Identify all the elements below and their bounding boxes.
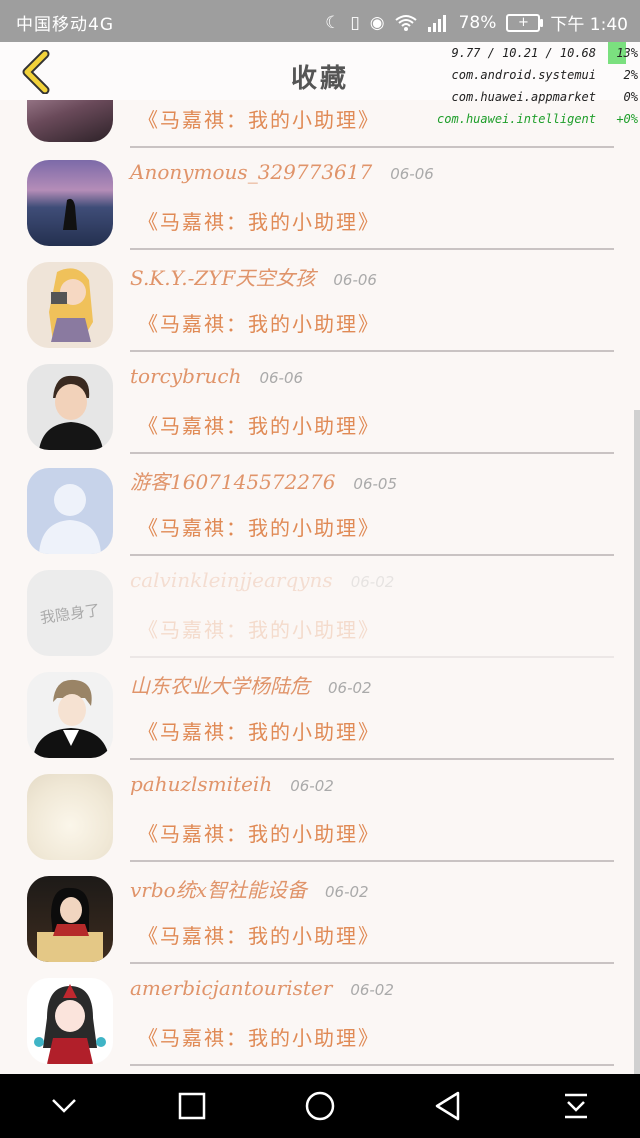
item-header: pahuzlsmiteih 06-02 bbox=[130, 772, 334, 796]
item-date: 06-02 bbox=[328, 679, 372, 697]
item-header: amerbicjantourister 06-02 bbox=[130, 976, 394, 1000]
favorite-title: 《马嘉祺：我的小助理》 bbox=[138, 618, 380, 642]
overlay-load: 9.77 / 10.21 / 10.68 bbox=[451, 46, 597, 60]
notification-pull-button[interactable] bbox=[546, 1076, 606, 1136]
user-name: torcybruch bbox=[130, 364, 242, 388]
back-nav-button[interactable] bbox=[418, 1076, 478, 1136]
signal-icon bbox=[427, 14, 446, 32]
list-item[interactable]: pahuzlsmiteih 06-02 《马嘉祺：我的小助理》 bbox=[0, 760, 640, 862]
list-item[interactable]: 我隐身了 calvinkleinjjearqyns 06-02 《马嘉祺：我的小… bbox=[0, 556, 640, 658]
user-name: S.K.Y.-ZYF天空女孩 bbox=[130, 266, 316, 290]
vibrate-icon: ▯ bbox=[350, 12, 360, 33]
avatar bbox=[27, 774, 113, 860]
battery-percent: 78% bbox=[458, 12, 497, 33]
overlay-proc-name: com.android.systemui bbox=[451, 68, 597, 82]
list-item[interactable]: 山东农业大学杨陆危 06-02 《马嘉祺：我的小助理》 bbox=[0, 658, 640, 760]
status-bar: 中国移动4G ☾ ▯ ◉ 78% + 下午 1:40 bbox=[0, 0, 640, 42]
overlay-cpu: 13% bbox=[608, 42, 638, 64]
avatar: 我隐身了 bbox=[27, 570, 113, 656]
favorites-list[interactable]: 《马嘉祺：我的小助理》 Anonymous_329773617 06-06 《马… bbox=[0, 100, 640, 1074]
user-name: 游客1607145572276 bbox=[130, 470, 336, 494]
favorite-title: 《马嘉祺：我的小助理》 bbox=[138, 516, 380, 540]
wifi-icon bbox=[394, 14, 417, 31]
favorite-title: 《马嘉祺：我的小助理》 bbox=[138, 822, 380, 846]
avatar bbox=[27, 262, 113, 348]
moon-icon: ☾ bbox=[325, 12, 341, 33]
favorite-title: 《马嘉祺：我的小助理》 bbox=[138, 924, 380, 948]
square-icon bbox=[178, 1092, 206, 1120]
triangle-back-icon bbox=[435, 1091, 460, 1121]
user-name: vrbo统x智社能设备 bbox=[130, 878, 307, 902]
avatar bbox=[27, 364, 113, 450]
home-button[interactable] bbox=[290, 1076, 350, 1136]
favorite-title: 《马嘉祺：我的小助理》 bbox=[138, 720, 380, 744]
recents-button[interactable] bbox=[162, 1076, 222, 1136]
carrier-label: 中国移动4G bbox=[16, 15, 114, 35]
list-item[interactable]: Anonymous_329773617 06-06 《马嘉祺：我的小助理》 bbox=[0, 148, 640, 250]
item-date: 06-06 bbox=[390, 165, 434, 183]
item-header: S.K.Y.-ZYF天空女孩 06-06 bbox=[130, 262, 377, 291]
overlay-load-row: 9.77 / 10.21 / 10.68 13% bbox=[430, 42, 640, 64]
avatar bbox=[27, 100, 113, 142]
item-header: Anonymous_329773617 06-06 bbox=[130, 160, 434, 184]
hide-nav-button[interactable] bbox=[34, 1076, 94, 1136]
status-icons: ☾ ▯ ◉ 78% + 下午 1:40 bbox=[325, 10, 628, 36]
item-date: 06-06 bbox=[259, 369, 304, 387]
battery-icon: + bbox=[506, 13, 544, 32]
avatar bbox=[27, 978, 113, 1064]
item-date: 06-02 bbox=[324, 883, 369, 901]
item-date: 06-05 bbox=[353, 475, 398, 493]
divider bbox=[130, 1064, 614, 1066]
chevron-down-icon bbox=[52, 1099, 76, 1113]
item-header: torcybruch 06-06 bbox=[130, 364, 303, 388]
user-name: pahuzlsmiteih bbox=[130, 772, 273, 796]
avatar bbox=[27, 468, 113, 554]
clock: 下午 1:40 bbox=[550, 15, 628, 35]
item-header: 山东农业大学杨陆危 06-02 bbox=[130, 670, 372, 699]
favorite-title: 《马嘉祺：我的小助理》 bbox=[138, 312, 380, 336]
item-header: 游客1607145572276 06-05 bbox=[130, 466, 397, 495]
item-date: 06-06 bbox=[333, 271, 377, 289]
item-date: 06-02 bbox=[290, 777, 334, 795]
item-header: vrbo统x智社能设备 06-02 bbox=[130, 874, 369, 903]
overlay-proc-row: com.android.systemui 2% bbox=[430, 64, 640, 86]
avatar bbox=[27, 876, 113, 962]
overlay-proc-value: 2% bbox=[623, 68, 638, 82]
scrollbar[interactable] bbox=[634, 410, 640, 1074]
navigation-bar bbox=[0, 1074, 640, 1138]
item-header: calvinkleinjjearqyns 06-02 bbox=[130, 568, 394, 592]
user-name: 山东农业大学杨陆危 bbox=[130, 674, 310, 698]
item-date: 06-02 bbox=[350, 573, 395, 591]
list-item[interactable]: torcybruch 06-06 《马嘉祺：我的小助理》 bbox=[0, 352, 640, 454]
favorite-title: 《马嘉祺：我的小助理》 bbox=[138, 1026, 380, 1050]
favorite-title: 《马嘉祺：我的小助理》 bbox=[138, 414, 380, 438]
eye-icon: ◉ bbox=[369, 12, 385, 33]
pull-down-icon bbox=[565, 1093, 587, 1119]
list-item[interactable]: S.K.Y.-ZYF天空女孩 06-06 《马嘉祺：我的小助理》 bbox=[0, 250, 640, 352]
favorite-title: 《马嘉祺：我的小助理》 bbox=[138, 108, 380, 132]
avatar bbox=[27, 160, 113, 246]
favorite-title: 《马嘉祺：我的小助理》 bbox=[138, 210, 380, 234]
avatar-text: 我隐身了 bbox=[39, 600, 102, 627]
circle-icon bbox=[305, 1091, 335, 1121]
user-name: Anonymous_329773617 bbox=[130, 160, 373, 184]
list-item[interactable]: 游客1607145572276 06-05 《马嘉祺：我的小助理》 bbox=[0, 454, 640, 556]
user-name: calvinkleinjjearqyns bbox=[130, 568, 333, 592]
user-name: amerbicjantourister bbox=[130, 976, 333, 1000]
item-date: 06-02 bbox=[350, 981, 394, 999]
avatar bbox=[27, 672, 113, 758]
list-item[interactable]: 《马嘉祺：我的小助理》 bbox=[0, 100, 640, 148]
list-item[interactable]: vrbo统x智社能设备 06-02 《马嘉祺：我的小助理》 bbox=[0, 862, 640, 964]
list-item[interactable]: amerbicjantourister 06-02 《马嘉祺：我的小助理》 bbox=[0, 964, 640, 1066]
